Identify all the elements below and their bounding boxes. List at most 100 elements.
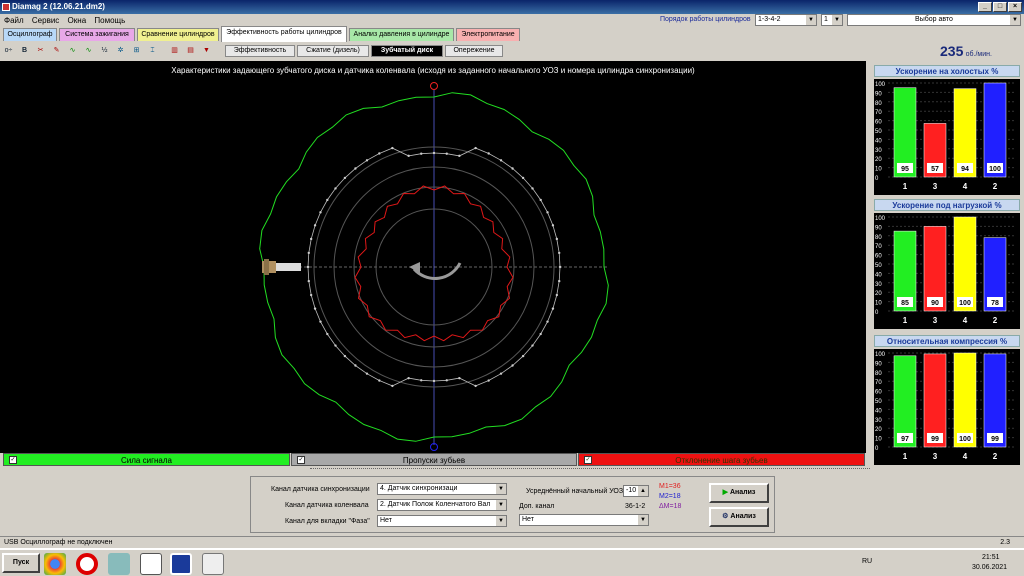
sensor-icon	[262, 259, 301, 275]
clock-date: 30.06.2021	[972, 564, 1008, 571]
cyl-label: 3	[933, 452, 938, 461]
axis-tick: 70	[875, 110, 882, 116]
gear-icon[interactable]: ✲	[114, 44, 127, 57]
firing-order-label: Порядок работы цилиндров	[660, 16, 751, 23]
scissors-icon[interactable]: ✂	[34, 44, 47, 57]
axis-tick: 80	[875, 101, 882, 107]
cyl-label: 2	[993, 182, 998, 191]
analyze-button-2[interactable]: ⚙ Анализ	[709, 507, 769, 527]
cyl-label: 2	[993, 316, 998, 325]
load-accel-chart: 10090807060504030201008519031004782	[874, 213, 1020, 329]
tab-ignition[interactable]: Система зажигания	[59, 28, 135, 41]
histogram-icon[interactable]: ▤	[184, 44, 197, 57]
uoz-stepper[interactable]: -10 ▲	[623, 485, 649, 497]
axis-tick: 20	[875, 291, 882, 297]
axis-tick: 80	[875, 371, 882, 377]
maximize-button[interactable]: □	[993, 2, 1007, 12]
legend-tooth-deviation[interactable]: ✓ Отклонение шага зубьев	[578, 453, 865, 466]
axis-tick: 10	[875, 437, 882, 443]
tab-oscilloscope[interactable]: Осциллограф	[3, 28, 57, 41]
engine-icon: ⚙	[722, 513, 729, 520]
firing-order-select[interactable]: 1-3-4-2 ▼	[755, 14, 817, 26]
menu-file[interactable]: Файл	[4, 16, 24, 25]
splitter[interactable]	[310, 468, 870, 472]
status-bar: USB Осциллограф не подключен 2.3	[0, 536, 1024, 548]
rpm-readout: 235 об./мин.	[940, 43, 992, 59]
checkbox-deviation[interactable]: ✓	[584, 456, 592, 464]
grid-icon[interactable]: ⊞	[130, 44, 143, 57]
rotation-arrow-icon	[412, 262, 462, 280]
idle-accel-chart: 10090807060504030201009515739441002	[874, 79, 1020, 195]
bar-cyl-4	[953, 216, 977, 312]
bar-value: 99	[931, 436, 939, 443]
axis-tick: 40	[875, 408, 882, 414]
analyze-button-1[interactable]: ▶ Анализ	[709, 483, 769, 503]
document-icon[interactable]	[140, 553, 162, 575]
ratio-icon[interactable]: ½	[98, 44, 111, 57]
checkbox-signal[interactable]: ✓	[9, 456, 17, 464]
axis-tick: 10	[875, 167, 882, 173]
close-button[interactable]: ×	[1008, 2, 1022, 12]
language-indicator[interactable]: RU	[862, 558, 872, 565]
axis-tick: 70	[875, 244, 882, 250]
brush-icon[interactable]: ✎	[50, 44, 63, 57]
bars-icon[interactable]: ▥	[168, 44, 181, 57]
crank-channel-select[interactable]: 2. Датчик Полож Коленчатого Вал ▼	[377, 499, 507, 511]
subtab-advance[interactable]: Опережение	[445, 45, 503, 57]
menu-help[interactable]: Помощь	[94, 16, 125, 25]
bar-value: 95	[901, 166, 909, 173]
legend-tooth-gaps[interactable]: ✓ Пропуски зубьев	[291, 453, 577, 466]
calculator-icon[interactable]	[108, 553, 130, 575]
menu-service[interactable]: Сервис	[32, 16, 59, 25]
cursor-icon[interactable]: ⌶	[146, 44, 159, 57]
sync-cyl-select[interactable]: 1 ▼	[821, 14, 843, 26]
diamag-task-icon[interactable]	[170, 553, 192, 575]
tab-cyl-efficiency[interactable]: Эффективность работы цилиндров	[221, 26, 347, 42]
chrome-icon[interactable]	[44, 553, 66, 575]
menu-windows[interactable]: Окна	[68, 16, 87, 25]
axis-tick: 30	[875, 282, 882, 288]
chart-icon[interactable]: ∿	[66, 44, 79, 57]
compression-chart: 10090807060504030201009719931004992	[874, 349, 1020, 465]
legend-signal-strength[interactable]: ✓ Сила сигнала	[3, 453, 290, 466]
version: 2.3	[1000, 539, 1010, 546]
cyl-label: 4	[963, 316, 968, 325]
subtab-compression[interactable]: Сжатие (дизель)	[297, 45, 369, 57]
auto-select[interactable]: Выбор авто ▼	[847, 14, 1021, 26]
extra-channel-select[interactable]: Нет ▼	[519, 514, 649, 526]
start-button[interactable]: Пуск	[2, 553, 40, 573]
minimize-button[interactable]: _	[978, 2, 992, 12]
polar-chart	[259, 82, 609, 451]
axis-tick: 70	[875, 380, 882, 386]
m2-readout: M2=18	[659, 493, 681, 500]
bar-value: 100	[959, 300, 971, 307]
phase-channel-select[interactable]: Нет ▼	[377, 515, 507, 527]
subtab-tooth-wheel[interactable]: Зубчатый диск	[371, 45, 443, 57]
tab-cyl-compare[interactable]: Сравнение цилиндров	[137, 28, 219, 41]
cyl-label: 2	[993, 452, 998, 461]
axis-tick: 80	[875, 235, 882, 241]
tab-power[interactable]: Электропитание	[456, 28, 520, 41]
scale-icon[interactable]: o÷	[2, 44, 15, 57]
axis-tick: 0	[875, 176, 879, 182]
wave-icon[interactable]: ∿	[82, 44, 95, 57]
filter-icon[interactable]: ▼	[200, 44, 213, 57]
axis-tick: 20	[875, 157, 882, 163]
axis-tick: 20	[875, 427, 882, 433]
sync-channel-label: Канал датчика синхронизации	[271, 486, 370, 493]
bold-icon[interactable]: B	[18, 44, 31, 57]
bar-value: 85	[901, 300, 909, 307]
opera-icon[interactable]	[76, 553, 98, 575]
tooth-wheel-plot[interactable]	[0, 61, 866, 453]
bar-value: 97	[901, 436, 909, 443]
axis-tick: 30	[875, 418, 882, 424]
checkbox-gaps[interactable]: ✓	[297, 456, 305, 464]
tab-pressure[interactable]: Анализ давления в цилиндре	[349, 28, 454, 41]
paint-icon[interactable]	[202, 553, 224, 575]
taskbar: Пуск RU 21:51 30.06.2021	[0, 548, 1024, 576]
subtab-efficiency[interactable]: Эффективность	[225, 45, 295, 57]
cyl-label: 3	[933, 316, 938, 325]
sync-channel-select[interactable]: 4. Датчик синхронизаци ▼	[377, 483, 507, 495]
axis-tick: 100	[875, 82, 886, 88]
axis-tick: 50	[875, 263, 882, 269]
